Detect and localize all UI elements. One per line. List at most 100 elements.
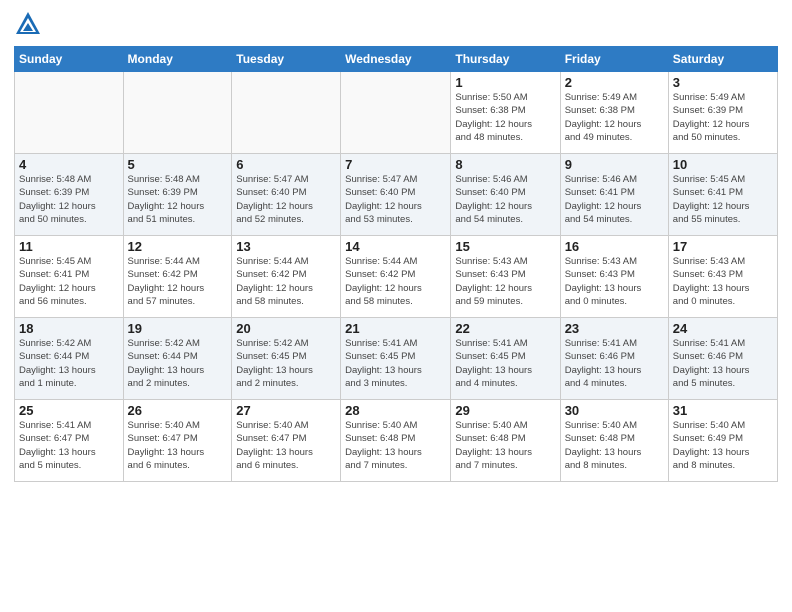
day-number: 3 bbox=[673, 75, 773, 90]
calendar-week-4: 25Sunrise: 5:41 AM Sunset: 6:47 PM Dayli… bbox=[15, 400, 778, 482]
calendar-cell: 20Sunrise: 5:42 AM Sunset: 6:45 PM Dayli… bbox=[232, 318, 341, 400]
day-number: 4 bbox=[19, 157, 119, 172]
day-number: 15 bbox=[455, 239, 555, 254]
day-info: Sunrise: 5:42 AM Sunset: 6:45 PM Dayligh… bbox=[236, 337, 336, 390]
day-info: Sunrise: 5:41 AM Sunset: 6:46 PM Dayligh… bbox=[565, 337, 664, 390]
day-info: Sunrise: 5:41 AM Sunset: 6:47 PM Dayligh… bbox=[19, 419, 119, 472]
day-number: 1 bbox=[455, 75, 555, 90]
day-number: 12 bbox=[128, 239, 228, 254]
calendar-cell: 11Sunrise: 5:45 AM Sunset: 6:41 PM Dayli… bbox=[15, 236, 124, 318]
calendar-header-monday: Monday bbox=[123, 47, 232, 72]
day-number: 26 bbox=[128, 403, 228, 418]
day-info: Sunrise: 5:43 AM Sunset: 6:43 PM Dayligh… bbox=[673, 255, 773, 308]
page: SundayMondayTuesdayWednesdayThursdayFrid… bbox=[0, 0, 792, 612]
calendar-cell: 18Sunrise: 5:42 AM Sunset: 6:44 PM Dayli… bbox=[15, 318, 124, 400]
calendar-cell: 4Sunrise: 5:48 AM Sunset: 6:39 PM Daylig… bbox=[15, 154, 124, 236]
day-info: Sunrise: 5:43 AM Sunset: 6:43 PM Dayligh… bbox=[455, 255, 555, 308]
calendar-week-0: 1Sunrise: 5:50 AM Sunset: 6:38 PM Daylig… bbox=[15, 72, 778, 154]
header bbox=[14, 10, 778, 38]
calendar-cell: 5Sunrise: 5:48 AM Sunset: 6:39 PM Daylig… bbox=[123, 154, 232, 236]
calendar-header-sunday: Sunday bbox=[15, 47, 124, 72]
calendar-week-2: 11Sunrise: 5:45 AM Sunset: 6:41 PM Dayli… bbox=[15, 236, 778, 318]
calendar-header-wednesday: Wednesday bbox=[341, 47, 451, 72]
day-number: 28 bbox=[345, 403, 446, 418]
day-number: 7 bbox=[345, 157, 446, 172]
day-number: 27 bbox=[236, 403, 336, 418]
calendar-cell: 9Sunrise: 5:46 AM Sunset: 6:41 PM Daylig… bbox=[560, 154, 668, 236]
logo bbox=[14, 10, 46, 38]
day-number: 16 bbox=[565, 239, 664, 254]
calendar-cell: 12Sunrise: 5:44 AM Sunset: 6:42 PM Dayli… bbox=[123, 236, 232, 318]
day-info: Sunrise: 5:40 AM Sunset: 6:48 PM Dayligh… bbox=[345, 419, 446, 472]
day-number: 9 bbox=[565, 157, 664, 172]
day-number: 24 bbox=[673, 321, 773, 336]
calendar-cell: 7Sunrise: 5:47 AM Sunset: 6:40 PM Daylig… bbox=[341, 154, 451, 236]
day-info: Sunrise: 5:46 AM Sunset: 6:40 PM Dayligh… bbox=[455, 173, 555, 226]
calendar-week-1: 4Sunrise: 5:48 AM Sunset: 6:39 PM Daylig… bbox=[15, 154, 778, 236]
calendar-cell: 27Sunrise: 5:40 AM Sunset: 6:47 PM Dayli… bbox=[232, 400, 341, 482]
calendar-cell: 19Sunrise: 5:42 AM Sunset: 6:44 PM Dayli… bbox=[123, 318, 232, 400]
day-number: 6 bbox=[236, 157, 336, 172]
calendar-header-friday: Friday bbox=[560, 47, 668, 72]
day-info: Sunrise: 5:45 AM Sunset: 6:41 PM Dayligh… bbox=[673, 173, 773, 226]
day-number: 10 bbox=[673, 157, 773, 172]
day-number: 8 bbox=[455, 157, 555, 172]
calendar-week-3: 18Sunrise: 5:42 AM Sunset: 6:44 PM Dayli… bbox=[15, 318, 778, 400]
calendar-cell bbox=[341, 72, 451, 154]
calendar-cell: 2Sunrise: 5:49 AM Sunset: 6:38 PM Daylig… bbox=[560, 72, 668, 154]
day-info: Sunrise: 5:44 AM Sunset: 6:42 PM Dayligh… bbox=[345, 255, 446, 308]
calendar-cell bbox=[123, 72, 232, 154]
calendar-cell: 25Sunrise: 5:41 AM Sunset: 6:47 PM Dayli… bbox=[15, 400, 124, 482]
calendar-header-row: SundayMondayTuesdayWednesdayThursdayFrid… bbox=[15, 47, 778, 72]
day-number: 23 bbox=[565, 321, 664, 336]
day-info: Sunrise: 5:47 AM Sunset: 6:40 PM Dayligh… bbox=[345, 173, 446, 226]
calendar-cell: 29Sunrise: 5:40 AM Sunset: 6:48 PM Dayli… bbox=[451, 400, 560, 482]
day-number: 21 bbox=[345, 321, 446, 336]
day-info: Sunrise: 5:40 AM Sunset: 6:47 PM Dayligh… bbox=[128, 419, 228, 472]
day-info: Sunrise: 5:44 AM Sunset: 6:42 PM Dayligh… bbox=[236, 255, 336, 308]
calendar-cell: 28Sunrise: 5:40 AM Sunset: 6:48 PM Dayli… bbox=[341, 400, 451, 482]
day-info: Sunrise: 5:42 AM Sunset: 6:44 PM Dayligh… bbox=[128, 337, 228, 390]
day-number: 20 bbox=[236, 321, 336, 336]
day-info: Sunrise: 5:47 AM Sunset: 6:40 PM Dayligh… bbox=[236, 173, 336, 226]
calendar-cell: 16Sunrise: 5:43 AM Sunset: 6:43 PM Dayli… bbox=[560, 236, 668, 318]
day-info: Sunrise: 5:42 AM Sunset: 6:44 PM Dayligh… bbox=[19, 337, 119, 390]
day-number: 13 bbox=[236, 239, 336, 254]
day-number: 25 bbox=[19, 403, 119, 418]
calendar-cell: 13Sunrise: 5:44 AM Sunset: 6:42 PM Dayli… bbox=[232, 236, 341, 318]
day-info: Sunrise: 5:50 AM Sunset: 6:38 PM Dayligh… bbox=[455, 91, 555, 144]
calendar-cell: 14Sunrise: 5:44 AM Sunset: 6:42 PM Dayli… bbox=[341, 236, 451, 318]
calendar-cell bbox=[15, 72, 124, 154]
calendar-header-tuesday: Tuesday bbox=[232, 47, 341, 72]
day-info: Sunrise: 5:46 AM Sunset: 6:41 PM Dayligh… bbox=[565, 173, 664, 226]
calendar: SundayMondayTuesdayWednesdayThursdayFrid… bbox=[14, 46, 778, 482]
calendar-cell: 1Sunrise: 5:50 AM Sunset: 6:38 PM Daylig… bbox=[451, 72, 560, 154]
day-info: Sunrise: 5:48 AM Sunset: 6:39 PM Dayligh… bbox=[19, 173, 119, 226]
day-number: 2 bbox=[565, 75, 664, 90]
day-info: Sunrise: 5:41 AM Sunset: 6:45 PM Dayligh… bbox=[345, 337, 446, 390]
day-info: Sunrise: 5:40 AM Sunset: 6:47 PM Dayligh… bbox=[236, 419, 336, 472]
calendar-cell: 31Sunrise: 5:40 AM Sunset: 6:49 PM Dayli… bbox=[668, 400, 777, 482]
day-info: Sunrise: 5:40 AM Sunset: 6:49 PM Dayligh… bbox=[673, 419, 773, 472]
calendar-cell: 23Sunrise: 5:41 AM Sunset: 6:46 PM Dayli… bbox=[560, 318, 668, 400]
calendar-cell: 21Sunrise: 5:41 AM Sunset: 6:45 PM Dayli… bbox=[341, 318, 451, 400]
calendar-cell: 24Sunrise: 5:41 AM Sunset: 6:46 PM Dayli… bbox=[668, 318, 777, 400]
day-number: 22 bbox=[455, 321, 555, 336]
logo-icon bbox=[14, 10, 42, 38]
calendar-cell: 10Sunrise: 5:45 AM Sunset: 6:41 PM Dayli… bbox=[668, 154, 777, 236]
day-number: 5 bbox=[128, 157, 228, 172]
day-number: 11 bbox=[19, 239, 119, 254]
day-info: Sunrise: 5:43 AM Sunset: 6:43 PM Dayligh… bbox=[565, 255, 664, 308]
day-number: 18 bbox=[19, 321, 119, 336]
day-number: 31 bbox=[673, 403, 773, 418]
day-number: 30 bbox=[565, 403, 664, 418]
day-number: 19 bbox=[128, 321, 228, 336]
day-info: Sunrise: 5:48 AM Sunset: 6:39 PM Dayligh… bbox=[128, 173, 228, 226]
day-info: Sunrise: 5:40 AM Sunset: 6:48 PM Dayligh… bbox=[565, 419, 664, 472]
calendar-cell bbox=[232, 72, 341, 154]
calendar-header-thursday: Thursday bbox=[451, 47, 560, 72]
day-info: Sunrise: 5:45 AM Sunset: 6:41 PM Dayligh… bbox=[19, 255, 119, 308]
day-info: Sunrise: 5:49 AM Sunset: 6:38 PM Dayligh… bbox=[565, 91, 664, 144]
calendar-cell: 6Sunrise: 5:47 AM Sunset: 6:40 PM Daylig… bbox=[232, 154, 341, 236]
day-number: 29 bbox=[455, 403, 555, 418]
